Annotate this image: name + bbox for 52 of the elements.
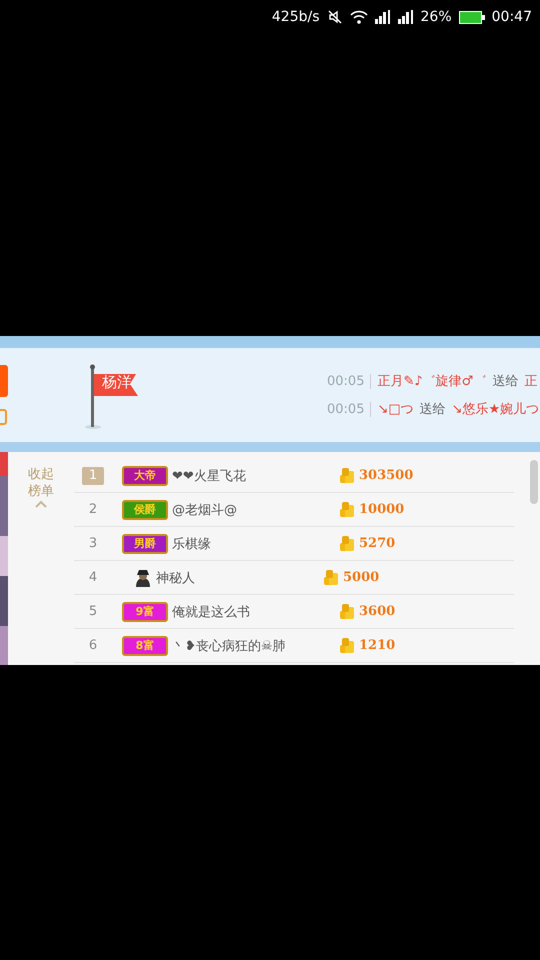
signal-icon bbox=[398, 10, 414, 24]
user-name: 丶❥丧心病狂的☠肺 bbox=[172, 638, 287, 654]
receiver-name: 正 bbox=[524, 373, 538, 390]
level-badge: 大帝 bbox=[122, 466, 168, 486]
side-icon[interactable] bbox=[0, 409, 7, 425]
user-name: 乐棋缘 bbox=[172, 536, 212, 552]
clock: 00:47 bbox=[492, 9, 532, 25]
coin-amount: 10000 bbox=[359, 502, 404, 517]
gift-verb: 送给 bbox=[420, 401, 446, 418]
level-badge: 男爵 bbox=[122, 534, 168, 554]
user-name: @老烟斗@ bbox=[172, 502, 238, 518]
coin-amount: 5270 bbox=[359, 536, 396, 551]
mute-icon bbox=[326, 9, 343, 25]
scrollbar[interactable] bbox=[530, 460, 538, 504]
coin-amount: 5000 bbox=[343, 570, 380, 585]
coin-amount: 303500 bbox=[359, 468, 414, 483]
sender-name: 正月✎♪゛旋律♂゛ bbox=[377, 373, 486, 390]
sender-name: ↘□つ bbox=[377, 401, 414, 418]
coins-icon bbox=[338, 466, 356, 484]
hooded-person-icon bbox=[134, 568, 152, 586]
battery-icon bbox=[458, 10, 485, 24]
coins-icon bbox=[338, 534, 356, 552]
rank-number: 5 bbox=[88, 602, 98, 620]
collapse-ranking-link[interactable]: 收起榜单 bbox=[25, 466, 57, 500]
user-name: ❤❤火星飞花 bbox=[172, 468, 247, 484]
coins-icon bbox=[338, 602, 356, 620]
coins-icon bbox=[338, 636, 356, 654]
battery-percent: 26% bbox=[420, 9, 452, 25]
gift-verb: 送给 bbox=[492, 373, 518, 390]
network-speed: 425b/s bbox=[272, 9, 320, 25]
side-button[interactable] bbox=[0, 365, 8, 397]
signal-icon bbox=[374, 10, 391, 24]
caret-icon[interactable] bbox=[35, 500, 47, 508]
rank-number: 1 bbox=[82, 466, 104, 484]
level-badge: 9富 bbox=[122, 602, 168, 622]
gift-time: 00:05 bbox=[327, 374, 372, 388]
wifi-icon bbox=[350, 10, 368, 24]
anchor-name: 杨洋 bbox=[102, 373, 132, 392]
coins-icon bbox=[322, 568, 340, 586]
level-badge: 侯爵 bbox=[122, 500, 168, 520]
gift-time: 00:05 bbox=[327, 402, 372, 416]
receiver-name: ↘悠乐★婉儿つ bbox=[452, 401, 540, 418]
rank-number: 4 bbox=[88, 568, 98, 586]
rank-number: 6 bbox=[88, 636, 98, 654]
coins-icon bbox=[338, 500, 356, 518]
rank-number: 3 bbox=[88, 534, 98, 552]
user-name: 俺就是这么书 bbox=[172, 604, 251, 620]
level-badge: 8富 bbox=[122, 636, 168, 656]
coin-amount: 1210 bbox=[359, 638, 396, 653]
user-name: 神秘人 bbox=[156, 570, 196, 586]
rank-number: 2 bbox=[88, 500, 98, 518]
coin-amount: 3600 bbox=[359, 604, 396, 619]
